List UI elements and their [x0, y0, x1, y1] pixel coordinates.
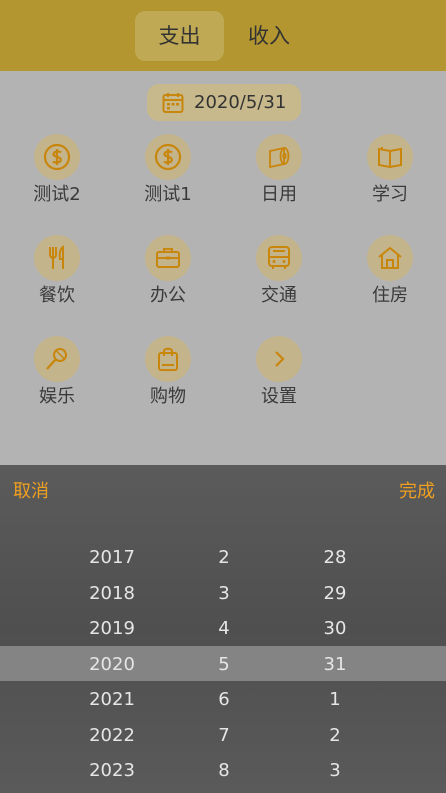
day-option[interactable]: 3	[285, 753, 385, 789]
category-icon-circle	[256, 235, 302, 281]
category-icon-circle	[367, 235, 413, 281]
month-option[interactable]: 3	[174, 576, 274, 612]
year-option-selected[interactable]: 2020	[62, 647, 162, 683]
calendar-icon	[162, 93, 184, 113]
day-option[interactable]: 1	[285, 682, 385, 718]
date-selector[interactable]: 2020/5/31	[147, 84, 301, 121]
header-bar: 支出 收入	[0, 0, 446, 71]
month-option[interactable]: 6	[174, 682, 274, 718]
day-option[interactable]: 2	[285, 718, 385, 754]
done-button[interactable]: 完成	[399, 477, 435, 503]
category-item-test2[interactable]: 测试2	[9, 134, 105, 214]
month-option-selected[interactable]: 5	[174, 647, 274, 683]
day-option[interactable]: 30	[285, 611, 385, 647]
year-option[interactable]: 2017	[62, 540, 162, 576]
tissue-roll-icon	[269, 146, 290, 169]
category-label: 购物	[150, 386, 186, 407]
category-icon-circle	[256, 134, 302, 180]
category-label: 交通	[261, 285, 297, 306]
category-item-dining[interactable]: 餐饮	[9, 235, 105, 315]
shopping-bag-icon	[158, 347, 178, 371]
category-item-transport[interactable]: 交通	[231, 235, 327, 315]
house-icon	[378, 246, 402, 269]
category-item-daily[interactable]: 日用	[231, 134, 327, 214]
category-icon-circle	[256, 336, 302, 382]
year-wheel[interactable]: 2017 2018 2019 2020 2021 2022 2023	[62, 540, 162, 789]
chevron-right-icon	[275, 351, 285, 367]
day-option[interactable]: 29	[285, 576, 385, 612]
year-option[interactable]: 2023	[62, 753, 162, 789]
cancel-button[interactable]: 取消	[13, 477, 49, 503]
category-item-entertainment[interactable]: 娱乐	[9, 336, 105, 416]
category-icon-circle	[367, 134, 413, 180]
month-option[interactable]: 8	[174, 753, 274, 789]
category-item-shopping[interactable]: 购物	[120, 336, 216, 416]
category-item-office[interactable]: 办公	[120, 235, 216, 315]
year-option[interactable]: 2018	[62, 576, 162, 612]
day-wheel[interactable]: 28 29 30 31 1 2 3	[285, 540, 385, 789]
month-wheel[interactable]: 2 3 4 5 6 7 8	[174, 540, 274, 789]
month-option[interactable]: 2	[174, 540, 274, 576]
category-icon-circle	[145, 336, 191, 382]
tab-expense[interactable]: 支出	[135, 11, 224, 61]
date-value: 2020/5/31	[194, 92, 287, 113]
month-option[interactable]: 7	[174, 718, 274, 754]
category-icon-circle	[34, 235, 80, 281]
category-label: 设置	[261, 386, 297, 407]
category-item-housing[interactable]: 住房	[342, 235, 438, 315]
category-label: 学习	[372, 184, 408, 205]
month-option[interactable]: 4	[174, 611, 274, 647]
day-option-selected[interactable]: 31	[285, 647, 385, 683]
category-item-test1[interactable]: 测试1	[120, 134, 216, 214]
dollar-icon	[154, 143, 182, 171]
microphone-icon	[46, 348, 67, 370]
category-label: 娱乐	[39, 386, 75, 407]
category-label: 办公	[150, 285, 186, 306]
briefcase-icon	[156, 248, 180, 268]
category-icon-circle	[34, 134, 80, 180]
year-option[interactable]: 2019	[62, 611, 162, 647]
category-icon-circle	[145, 134, 191, 180]
category-item-settings[interactable]: 设置	[231, 336, 327, 416]
tab-income[interactable]: 收入	[231, 11, 307, 61]
year-option[interactable]: 2021	[62, 682, 162, 718]
day-option[interactable]: 28	[285, 540, 385, 576]
category-icon-circle	[34, 336, 80, 382]
category-label: 住房	[372, 285, 408, 306]
category-icon-circle	[145, 235, 191, 281]
year-option[interactable]: 2022	[62, 718, 162, 754]
utensils-icon	[49, 245, 64, 269]
bus-icon	[268, 246, 290, 269]
date-picker-panel: 取消 完成 2017 2018 2019 2020 2021 2022 2023…	[0, 465, 446, 793]
book-icon	[378, 147, 402, 169]
category-label: 日用	[261, 184, 297, 205]
category-item-study[interactable]: 学习	[342, 134, 438, 214]
dollar-icon	[43, 143, 71, 171]
category-label: 测试2	[33, 184, 81, 205]
category-label: 测试1	[144, 184, 192, 205]
category-label: 餐饮	[39, 285, 75, 306]
